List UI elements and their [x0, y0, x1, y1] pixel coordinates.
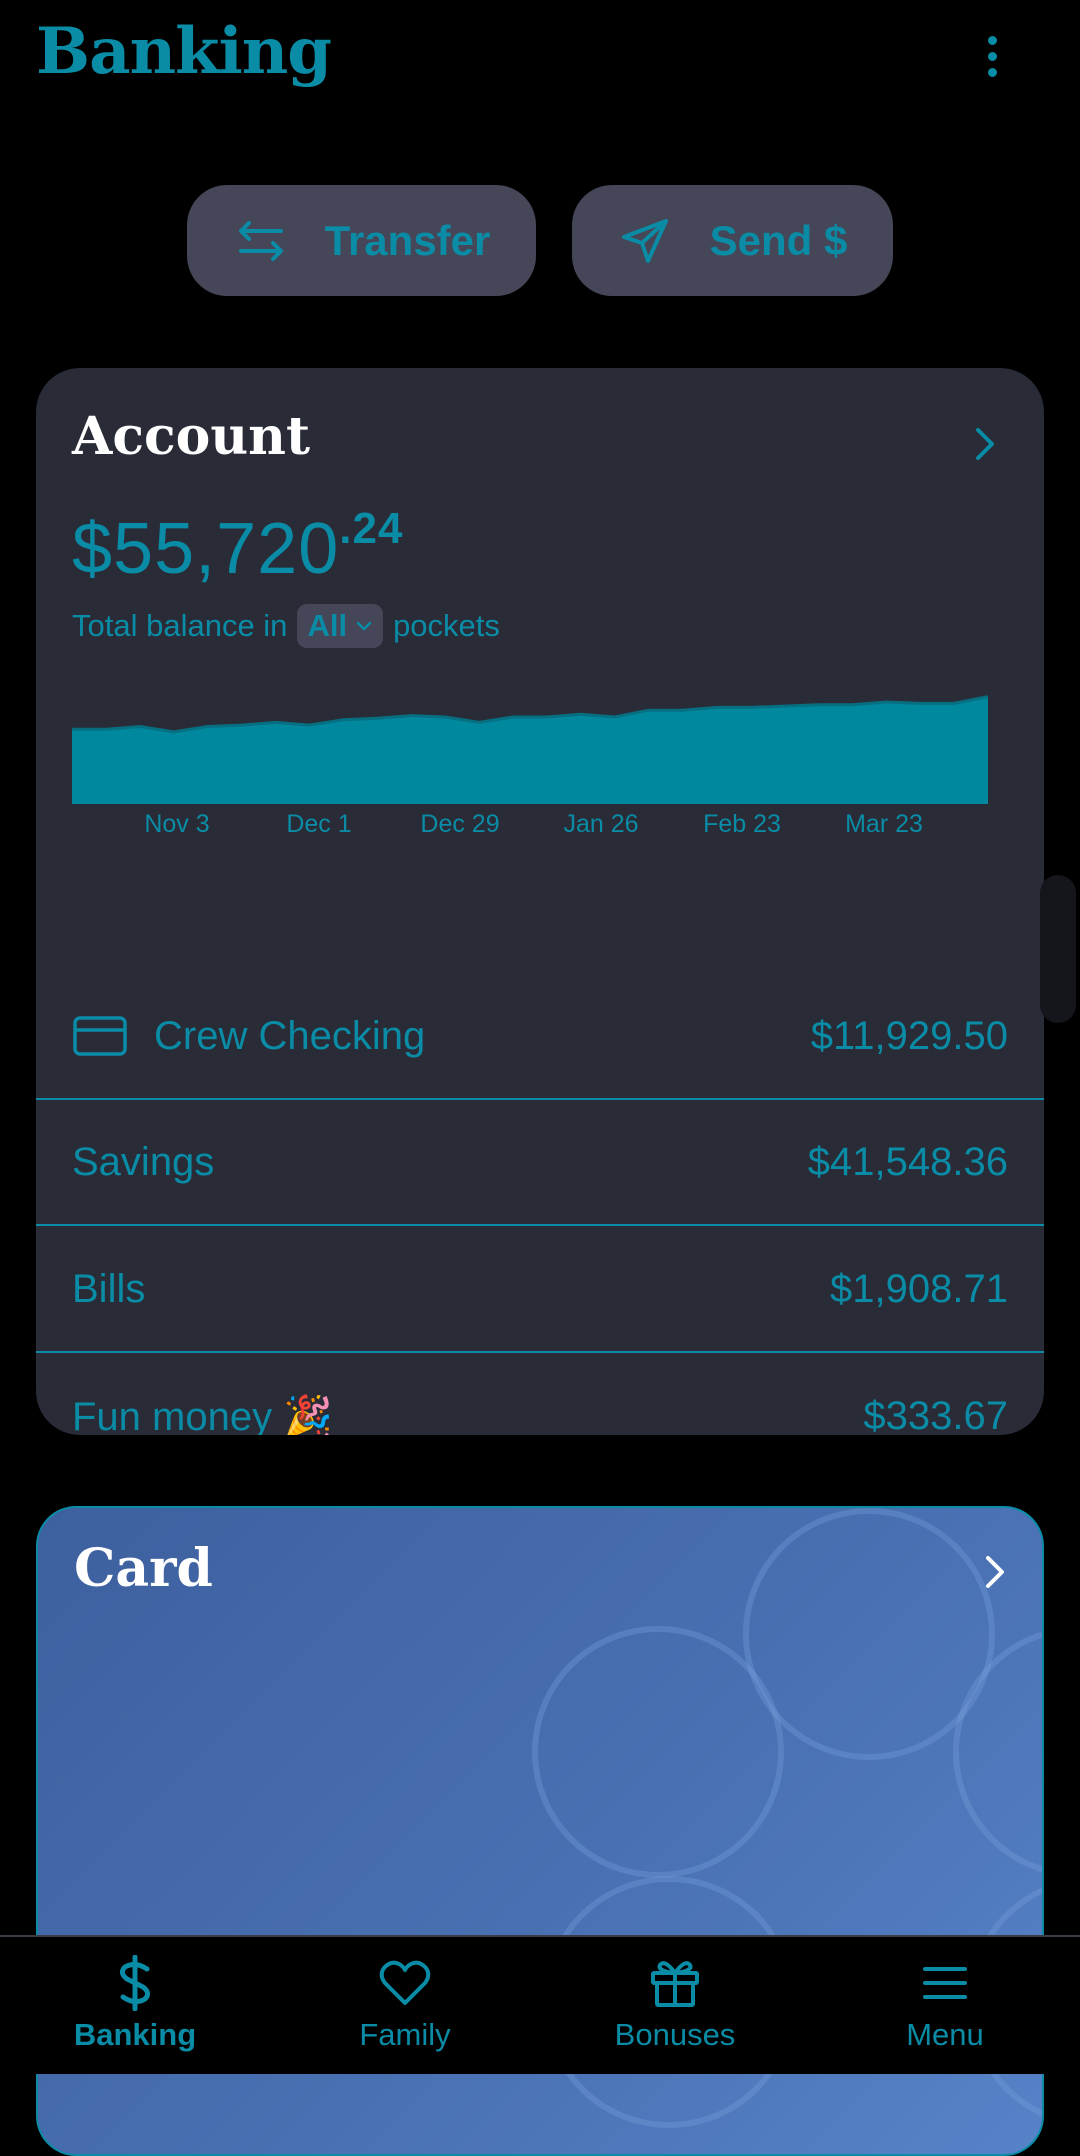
card-title: Card	[74, 1538, 213, 1599]
gift-icon	[649, 1955, 701, 2011]
x-tick-label: Feb 23	[703, 810, 781, 838]
x-tick-label: Dec 29	[420, 810, 500, 838]
balance-caption: Total balance in All pockets	[72, 604, 500, 648]
total-balance: $55,720 .24	[72, 504, 403, 590]
account-amount: $333.67	[863, 1393, 1008, 1436]
nav-label: Family	[359, 2017, 451, 2052]
account-amount: $41,548.36	[807, 1139, 1008, 1184]
balance-prefix: Total balance in	[72, 608, 288, 643]
account-name: Savings	[72, 1139, 215, 1184]
heart-icon	[379, 1955, 431, 2011]
account-row-crew-checking[interactable]: Crew Checking $11,929.50	[36, 974, 1044, 1100]
account-row-bills[interactable]: Bills $1,908.71	[36, 1227, 1044, 1353]
transfer-arrows-icon	[233, 213, 289, 269]
account-name: Bills	[72, 1266, 146, 1311]
balance-suffix: pockets	[393, 608, 500, 643]
balance-area	[72, 696, 988, 804]
nav-item-menu[interactable]: Menu	[810, 1937, 1080, 2074]
transfer-label: Transfer	[324, 216, 491, 264]
chevron-right-icon[interactable]	[970, 424, 998, 464]
transfer-button[interactable]: Transfer	[187, 185, 536, 296]
account-row-fun-money[interactable]: Fun money 🎉 $333.67	[36, 1353, 1044, 1436]
balance-cents: .24	[339, 504, 404, 553]
account-card[interactable]: Account $55,720 .24 Total balance in All…	[36, 368, 1044, 1435]
nav-label: Menu	[906, 2017, 984, 2052]
nav-item-banking[interactable]: Banking	[0, 1937, 270, 2074]
account-amount: $11,929.50	[810, 1013, 1008, 1058]
decor-circle	[532, 1626, 784, 1878]
x-tick-label: Nov 3	[144, 810, 210, 838]
page-title: Banking	[36, 14, 332, 89]
scrollbar-thumb[interactable]	[1040, 875, 1076, 1023]
send-money-label: Send $	[709, 216, 848, 264]
x-tick-label: Mar 23	[845, 810, 923, 838]
x-tick-label: Jan 26	[563, 810, 639, 838]
paper-plane-icon	[618, 213, 674, 269]
send-money-button[interactable]: Send $	[572, 185, 893, 296]
pocket-selected: All	[307, 608, 348, 643]
account-name: Fun money 🎉	[72, 1394, 334, 1436]
menu-icon	[922, 1955, 968, 2011]
chevron-down-icon	[356, 621, 372, 631]
balance-dollars: $55,720	[72, 509, 340, 589]
bottom-navigation: Banking Family Bonuses Menu	[0, 1935, 1080, 2074]
nav-item-family[interactable]: Family	[270, 1937, 540, 2074]
balance-area-chart	[72, 695, 989, 804]
nav-label: Banking	[73, 2017, 197, 2052]
nav-item-bonuses[interactable]: Bonuses	[540, 1937, 810, 2074]
pocket-dropdown[interactable]: All	[297, 604, 384, 648]
nav-label: Bonuses	[614, 2017, 736, 2052]
credit-card-icon	[73, 1016, 127, 1056]
account-row-savings[interactable]: Savings $41,548.36	[36, 1100, 1044, 1226]
account-name: Crew Checking	[154, 1013, 426, 1058]
account-title: Account	[72, 406, 310, 467]
more-options-icon[interactable]	[980, 36, 1004, 84]
x-tick-label: Dec 1	[286, 810, 352, 838]
account-amount: $1,908.71	[830, 1266, 1008, 1311]
chevron-right-icon[interactable]	[980, 1552, 1008, 1592]
dollar-icon	[115, 1955, 155, 2011]
